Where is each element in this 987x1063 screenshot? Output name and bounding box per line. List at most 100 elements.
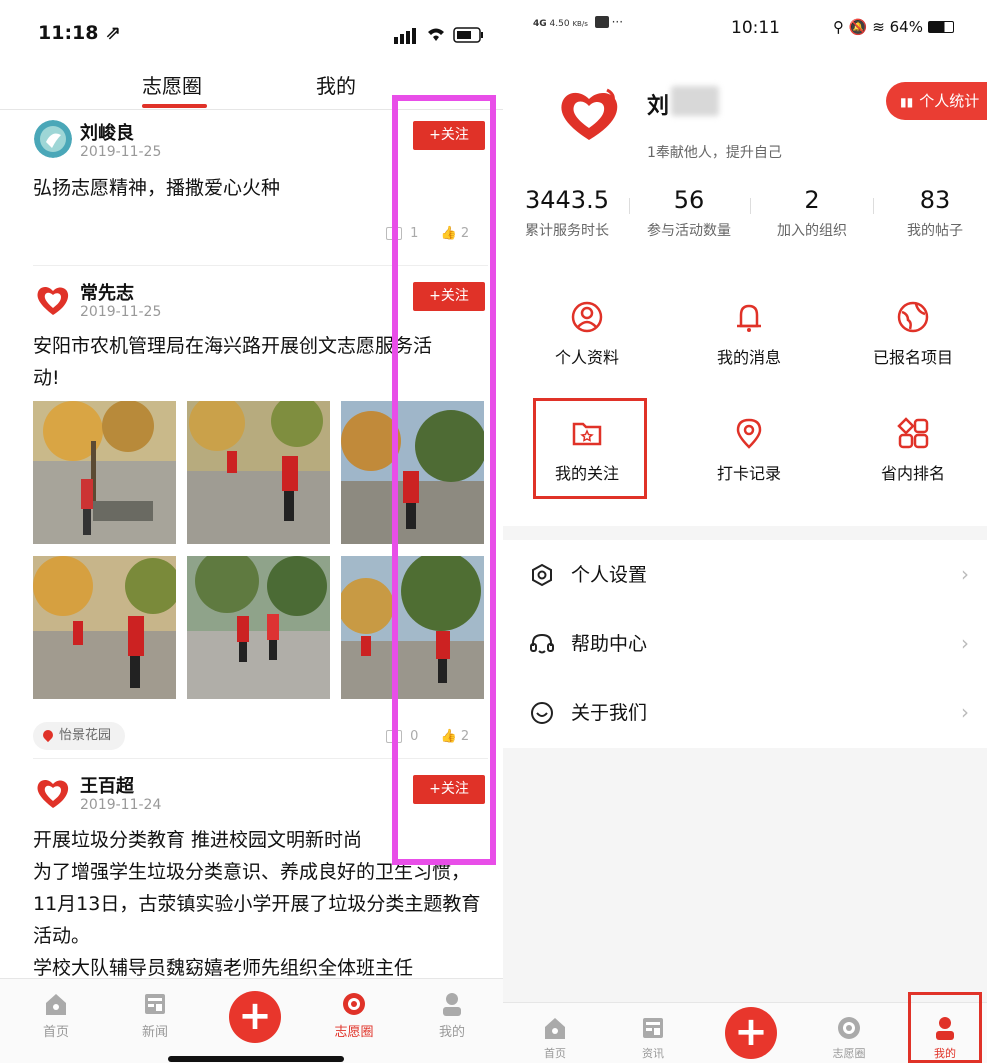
mute-icon: 🔕 bbox=[848, 18, 868, 36]
create-post-button[interactable]: + bbox=[725, 1007, 777, 1059]
menu-personal-settings[interactable]: 个人设置 › bbox=[503, 540, 987, 610]
nav-mine[interactable]: 我的 bbox=[422, 991, 482, 1040]
settings-icon bbox=[532, 563, 552, 587]
grid-label: 已报名项目 bbox=[872, 348, 953, 367]
nav-news[interactable]: 新闻 bbox=[125, 991, 185, 1040]
bell-icon bbox=[737, 304, 761, 332]
network-type: 4G bbox=[533, 19, 547, 29]
post-photo[interactable] bbox=[33, 401, 176, 544]
status-bar: 11:18 ⇗ bbox=[0, 0, 503, 62]
stat-label: 加入的组织 bbox=[777, 223, 847, 239]
nav-volunteer-circle-label: 志愿圈 bbox=[832, 1047, 866, 1060]
grid-label: 个人资料 bbox=[554, 348, 619, 367]
nav-home[interactable]: 首页 bbox=[525, 1015, 585, 1061]
post-date: 2019-11-25 bbox=[80, 144, 162, 160]
message-icon bbox=[594, 16, 609, 28]
screenshot-stage: 11:18 ⇗ 志愿圈 我的 刘峻良 2019-11-25 +关注 弘扬志愿精神… bbox=[0, 0, 987, 1063]
post-date: 2019-11-24 bbox=[80, 797, 162, 813]
nav-info-label: 资讯 bbox=[642, 1047, 664, 1060]
home-icon bbox=[46, 994, 66, 1015]
chevron-right-icon: › bbox=[961, 631, 969, 655]
personal-stats-label: 个人统计 bbox=[919, 92, 980, 110]
menu-label: 关于我们 bbox=[571, 702, 648, 724]
user-avatar[interactable] bbox=[34, 774, 72, 812]
location-label: 怡景花园 bbox=[59, 728, 112, 743]
headset-icon bbox=[530, 633, 554, 654]
network-indicator: 4G 4.50 KB/s ··· bbox=[533, 16, 623, 29]
map-pin-icon bbox=[736, 418, 762, 449]
more-icon: ··· bbox=[611, 15, 624, 29]
smile-icon bbox=[531, 702, 553, 724]
news-icon bbox=[643, 1018, 663, 1038]
stat-divider bbox=[750, 198, 751, 214]
menu-help-center[interactable]: 帮助中心 › bbox=[503, 609, 987, 679]
grid-checkin-records[interactable]: 打卡记录 bbox=[669, 416, 829, 484]
user-name[interactable]: 常先志 bbox=[80, 279, 134, 305]
stat-my-posts[interactable]: 83 我的帖子 bbox=[875, 186, 987, 240]
post-photo[interactable] bbox=[187, 401, 330, 544]
blurred-name bbox=[671, 86, 719, 116]
location-pin-icon bbox=[40, 727, 56, 743]
tab-volunteer-circle[interactable]: 志愿圈 bbox=[142, 70, 202, 99]
location-tag[interactable]: 怡景花园 bbox=[33, 722, 126, 750]
nav-home-label: 首页 bbox=[42, 1025, 69, 1040]
user-name[interactable]: 刘峻良 bbox=[80, 119, 134, 145]
stat-value: 3443.5 bbox=[525, 186, 609, 214]
post-photo[interactable] bbox=[33, 556, 176, 699]
stat-value: 56 bbox=[673, 186, 705, 214]
left-phone-screen: 11:18 ⇗ 志愿圈 我的 刘峻良 2019-11-25 +关注 弘扬志愿精神… bbox=[0, 0, 503, 1063]
grid-my-messages[interactable]: 我的消息 bbox=[669, 300, 829, 368]
nav-volunteer-circle[interactable]: 志愿圈 bbox=[819, 1015, 879, 1061]
battery-icon bbox=[927, 21, 954, 33]
highlight-box bbox=[392, 95, 496, 865]
status-time: 10:11 bbox=[731, 18, 780, 38]
grid-label: 我的消息 bbox=[716, 348, 781, 367]
menu-about-us[interactable]: 关于我们 › bbox=[503, 678, 987, 748]
nav-volunteer-circle[interactable]: 志愿圈 bbox=[324, 991, 384, 1040]
post-date: 2019-11-25 bbox=[80, 304, 162, 320]
user-motto: 1奉献他人，提升自己 bbox=[647, 145, 782, 161]
user-circle-icon bbox=[571, 301, 603, 333]
post-text[interactable]: 安阳市农机管理局在海兴路开展创文志愿服务活动! bbox=[33, 330, 433, 394]
post-photo[interactable] bbox=[187, 556, 330, 699]
network-speed: 4.50 bbox=[549, 19, 570, 29]
profile-card: 刘 1奉献他人，提升自己 ▮▮ 个人统计 3443.5 累计服务时长 56 参与活… bbox=[503, 56, 987, 526]
nav-home-label: 首页 bbox=[544, 1047, 566, 1060]
grid-apps-icon bbox=[897, 417, 929, 449]
globe-icon bbox=[897, 301, 929, 333]
status-icons: ⚲ 🔕 ≋ 64% bbox=[833, 18, 954, 36]
menu-label: 个人设置 bbox=[571, 564, 648, 586]
tab-mine[interactable]: 我的 bbox=[316, 70, 356, 99]
network-speed-unit: KB/s bbox=[572, 20, 588, 28]
stat-activity-count[interactable]: 56 参与活动数量 bbox=[629, 186, 749, 240]
nav-home[interactable]: 首页 bbox=[26, 991, 86, 1040]
user-avatar[interactable] bbox=[34, 120, 72, 158]
status-time: 11:18 ⇗ bbox=[38, 22, 122, 44]
nav-info[interactable]: 资讯 bbox=[623, 1015, 683, 1061]
nav-mine-label: 我的 bbox=[438, 1025, 465, 1040]
grid-province-ranking[interactable]: 省内排名 bbox=[833, 416, 987, 484]
stat-service-hours[interactable]: 3443.5 累计服务时长 bbox=[507, 186, 627, 240]
stat-divider bbox=[873, 198, 874, 214]
chevron-right-icon: › bbox=[961, 700, 969, 724]
grid-label: 省内排名 bbox=[880, 464, 945, 483]
nav-news-label: 新闻 bbox=[141, 1025, 168, 1040]
home-icon bbox=[545, 1018, 565, 1039]
volunteer-circle-icon bbox=[838, 1017, 860, 1039]
status-bar: 4G 4.50 KB/s ··· 10:11 ⚲ 🔕 ≋ 64% bbox=[503, 0, 987, 56]
personal-stats-button[interactable]: ▮▮ 个人统计 bbox=[886, 82, 987, 120]
home-indicator bbox=[168, 1056, 344, 1062]
stat-organizations[interactable]: 2 加入的组织 bbox=[752, 186, 872, 240]
stat-label: 参与活动数量 bbox=[647, 223, 731, 239]
wifi-icon: ≋ bbox=[872, 18, 885, 36]
create-post-button[interactable]: + bbox=[229, 991, 281, 1043]
volunteer-logo-icon bbox=[561, 88, 618, 140]
stat-label: 累计服务时长 bbox=[525, 223, 609, 239]
signal-wifi-battery-icon bbox=[394, 27, 483, 44]
stat-label: 我的帖子 bbox=[907, 223, 963, 239]
user-avatar[interactable] bbox=[34, 281, 72, 319]
user-name[interactable]: 王百超 bbox=[80, 772, 134, 798]
grid-personal-info[interactable]: 个人资料 bbox=[507, 300, 667, 368]
grid-registered-projects[interactable]: 已报名项目 bbox=[833, 300, 987, 368]
menu-label: 帮助中心 bbox=[571, 633, 648, 655]
